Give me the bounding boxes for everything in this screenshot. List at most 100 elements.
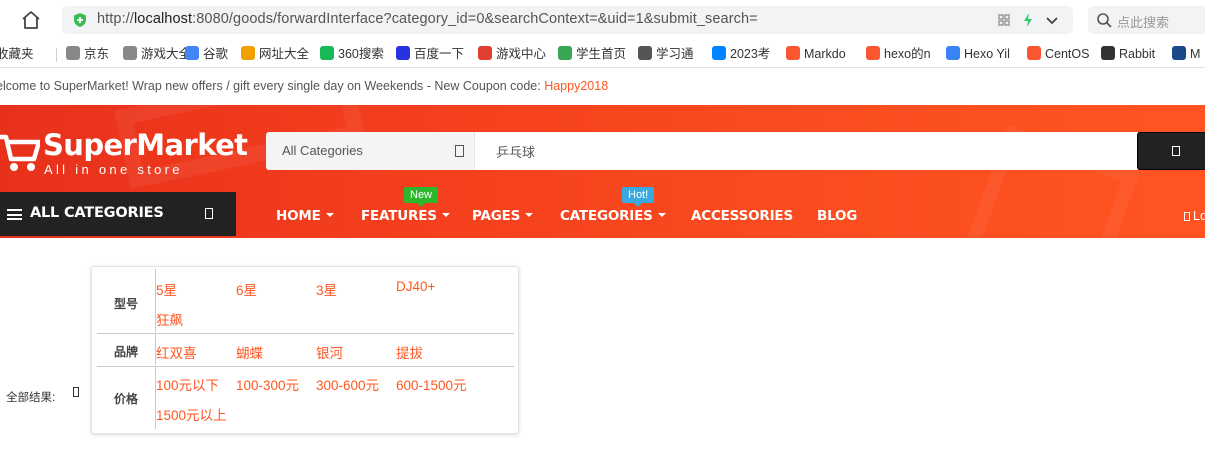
filter-option[interactable]: 100元以下	[156, 374, 219, 394]
search-360-icon	[320, 46, 334, 60]
filter-option[interactable]: 蝴蝶	[236, 342, 263, 362]
bookmark-item[interactable]: 2023考	[712, 46, 770, 62]
welcome-text: elcome to SuperMarket! Wrap new offers /…	[0, 79, 545, 93]
filter-option[interactable]: 银河	[316, 342, 343, 362]
bookmark-item[interactable]: 收藏夹	[0, 46, 34, 62]
bookmark-item[interactable]: Rabbit	[1101, 46, 1155, 62]
bookmark-label: 游戏中心	[496, 47, 547, 61]
logo-title[interactable]: SuperMarket	[43, 128, 248, 162]
folder-icon	[66, 46, 80, 60]
caret-down-icon	[657, 213, 666, 217]
logo-subtitle: All in one store	[44, 162, 183, 177]
product-search-input[interactable]	[474, 132, 1138, 170]
nav-blog-label: BLOG	[817, 208, 858, 224]
globe-icon	[638, 46, 652, 60]
caret-down-icon	[441, 213, 450, 217]
bookmark-item[interactable]: M	[1172, 46, 1200, 62]
bookmark-label: 百度一下	[414, 47, 465, 61]
lightning-icon[interactable]	[1020, 12, 1036, 28]
hexo-icon	[946, 46, 960, 60]
google-icon	[185, 46, 199, 60]
all-categories-label: ALL CATEGORIES	[30, 205, 164, 221]
filter-option[interactable]: 100-300元	[236, 374, 299, 394]
filter-option[interactable]: 红双喜	[156, 342, 197, 362]
grid-icon[interactable]	[996, 12, 1012, 28]
login-link[interactable]: Lo	[1184, 209, 1205, 223]
bookmark-label: 收藏夹	[0, 47, 34, 61]
category-select[interactable]: All Categories	[266, 132, 474, 170]
nav-categories-label: CATEGORIES	[560, 208, 653, 224]
welcome-message: elcome to SuperMarket! Wrap new offers /…	[0, 79, 608, 93]
filter-key-price: 价格	[113, 392, 138, 406]
nav-categories[interactable]: CATEGORIES	[560, 208, 666, 224]
url-path: :8080/goods/forwardInterface?category_id…	[192, 11, 758, 27]
result-toggle-icon[interactable]	[73, 387, 79, 397]
filter-option[interactable]: 提拔	[396, 342, 423, 362]
bookmark-item[interactable]: 学生首页	[558, 46, 626, 62]
nav-pages[interactable]: PAGES	[472, 208, 534, 224]
filter-row-model: 型号 5星 6星 3星 DJ40+ 狂飙	[97, 269, 514, 332]
filter-row-price: 价格 100元以下 100-300元 300-600元 600-1500元 1500元以上	[97, 367, 514, 429]
mvn-icon	[1172, 46, 1186, 60]
filter-option[interactable]: 狂飙	[156, 309, 183, 329]
badge-hot: Hot!	[622, 187, 655, 207]
bookmark-label: 学习通	[656, 47, 694, 61]
bookmark-item[interactable]: CentOS	[1027, 46, 1089, 62]
bookmark-label: 游戏大全	[141, 47, 192, 61]
csdn-icon	[1027, 46, 1041, 60]
bookmark-item[interactable]: 360搜索	[320, 46, 384, 62]
bookmark-item[interactable]: 京东	[66, 46, 109, 62]
bookmark-item[interactable]: hexo的n	[866, 46, 931, 62]
home-icon[interactable]	[20, 9, 42, 31]
bookmark-label: 2023考	[730, 47, 771, 61]
badge-new: New	[404, 187, 439, 207]
nav-pages-label: PAGES	[472, 208, 521, 224]
chevron-down-icon[interactable]	[1044, 12, 1060, 28]
dropdown-icon	[455, 145, 464, 157]
all-categories-button[interactable]: ALL CATEGORIES	[0, 192, 236, 236]
nav-features[interactable]: FEATURES	[361, 208, 450, 224]
bookmark-item[interactable]: 学习通	[638, 46, 694, 62]
filter-option[interactable]: 600-1500元	[396, 374, 467, 394]
bookmark-item[interactable]: Markdo	[786, 46, 846, 62]
bookmark-label: 学生首页	[576, 47, 627, 61]
url-text[interactable]: http://localhost:8080/goods/forwardInter…	[97, 11, 758, 27]
nav-accessories-label: ACCESSORIES	[691, 208, 793, 224]
nav-features-label: FEATURES	[361, 208, 437, 224]
browser-search-placeholder: 点此搜索	[1117, 15, 1170, 30]
filter-row-divider	[97, 366, 514, 367]
bookmark-label: M	[1190, 47, 1201, 61]
secure-shield-icon	[74, 13, 86, 27]
bookmark-item[interactable]: 游戏中心	[478, 46, 546, 62]
bookmark-item[interactable]: 谷歌	[185, 46, 228, 62]
filter-option[interactable]: 300-600元	[316, 374, 379, 394]
filter-option[interactable]: 1500元以上	[156, 404, 227, 424]
filter-option[interactable]: 3星	[316, 279, 337, 299]
browser-search-box[interactable]: 点此搜索	[1088, 6, 1205, 34]
nav-accessories[interactable]: ACCESSORIES	[691, 208, 793, 224]
bookmark-label: Markdo	[804, 47, 846, 61]
url-bar[interactable]: http://localhost:8080/goods/forwardInter…	[62, 6, 1073, 34]
filter-option[interactable]: 5星	[156, 279, 177, 299]
bookmark-item[interactable]: 游戏大全	[123, 46, 191, 62]
site-header: SuperMarket All in one store All Categor…	[0, 105, 1205, 238]
csdn-icon	[866, 46, 880, 60]
bookmark-label: 京东	[84, 47, 110, 61]
nav-home[interactable]: HOME	[276, 208, 334, 224]
nav-blog[interactable]: BLOG	[817, 208, 857, 224]
bookmark-label: 网址大全	[259, 47, 310, 61]
filter-row-divider	[97, 333, 514, 334]
filter-option[interactable]: 6星	[236, 279, 257, 299]
browser-address-bar: http://localhost:8080/goods/forwardInter…	[0, 0, 1205, 40]
bookmark-item[interactable]: 百度一下	[396, 46, 464, 62]
search-button[interactable]	[1137, 132, 1205, 170]
bookmark-label: hexo的n	[884, 47, 931, 61]
bookmark-item[interactable]: Hexo Yil	[946, 46, 1010, 62]
bookmark-separator	[56, 48, 57, 62]
user-icon	[1184, 212, 1190, 221]
search-icon	[1097, 13, 1112, 28]
bookmark-item[interactable]: 网址大全	[241, 46, 309, 62]
cart-logo-icon[interactable]	[0, 129, 40, 175]
filter-option[interactable]: DJ40+	[396, 279, 435, 294]
filter-row-brand: 品牌 红双喜 蝴蝶 银河 提拔	[97, 334, 514, 365]
